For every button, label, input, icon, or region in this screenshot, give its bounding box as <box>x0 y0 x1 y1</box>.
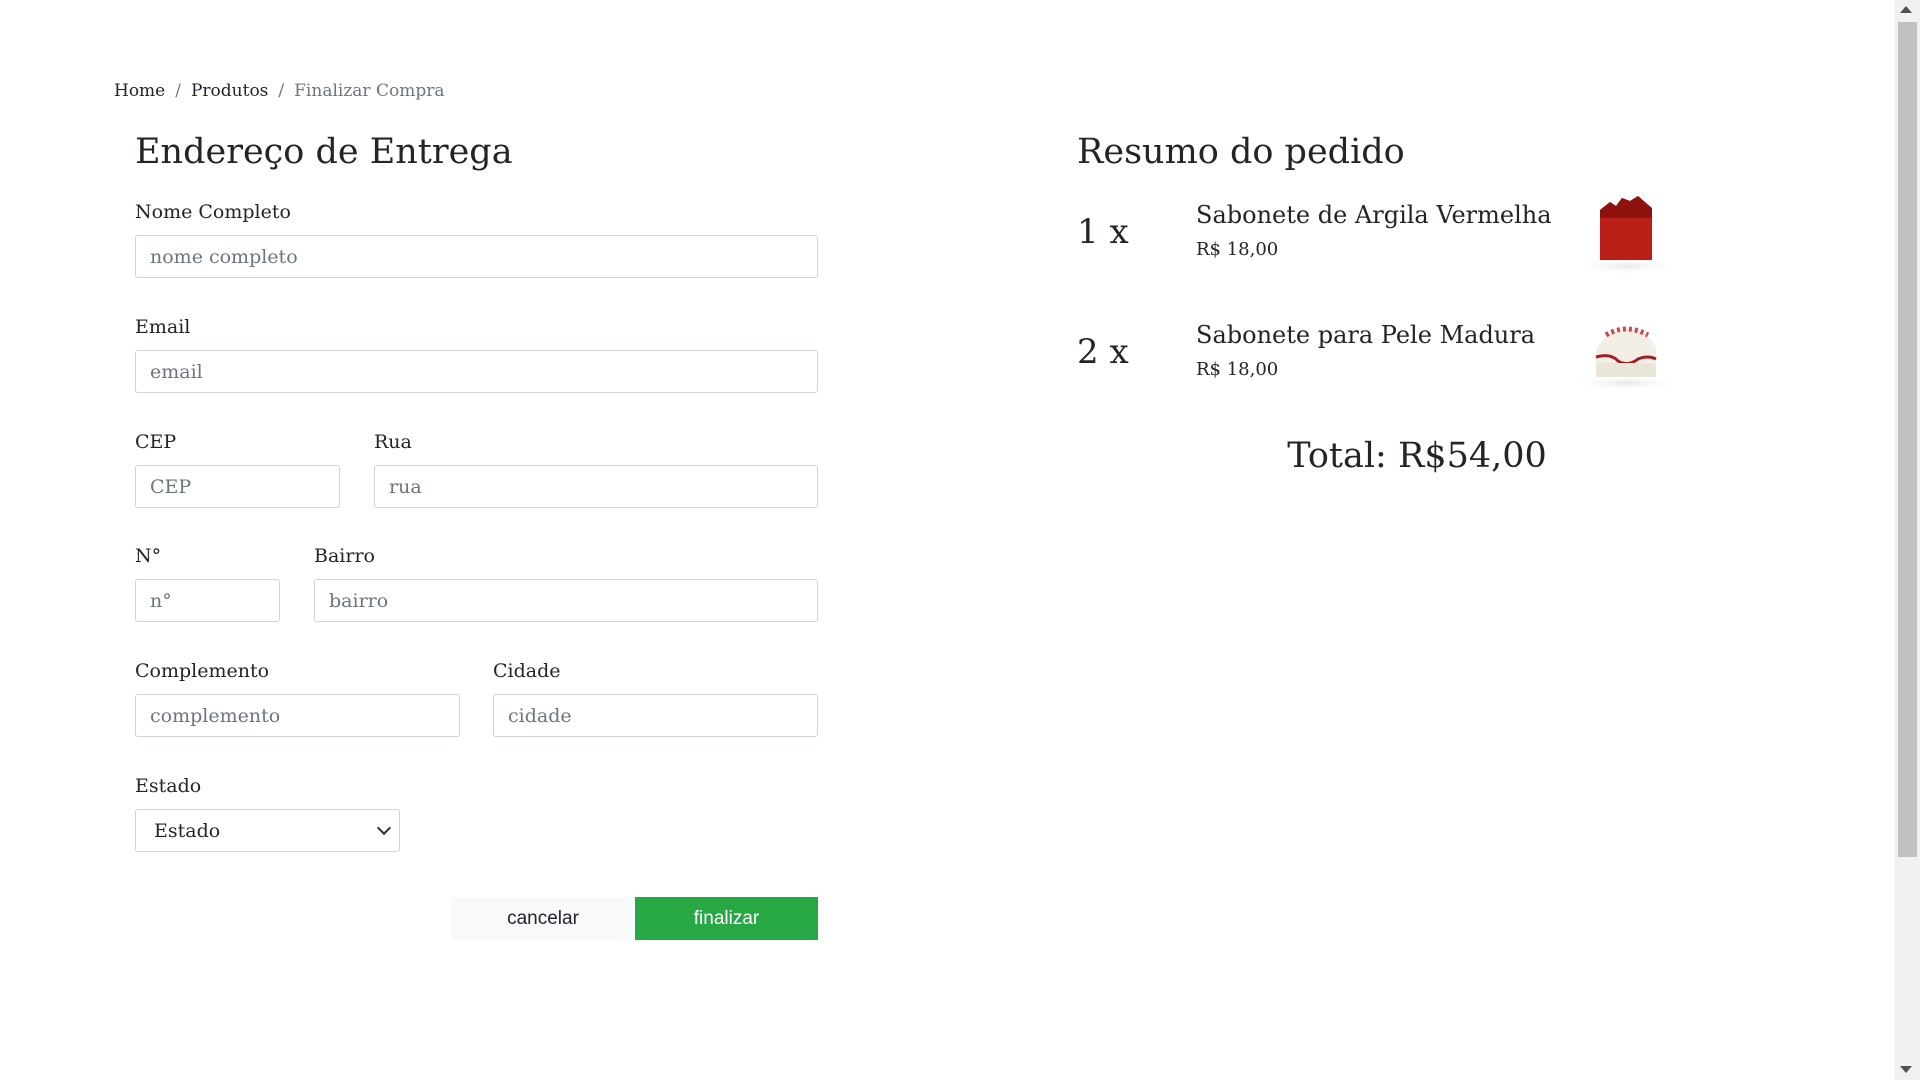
email-label: Email <box>135 316 191 338</box>
estado-label: Estado <box>135 775 202 797</box>
complemento-input[interactable] <box>135 694 460 737</box>
cidade-input[interactable] <box>493 694 818 737</box>
cep-input[interactable] <box>135 465 340 508</box>
scroll-up-arrow-icon[interactable] <box>1900 6 1912 13</box>
scrollbar-thumb[interactable] <box>1898 22 1917 857</box>
finish-button[interactable]: finalizar <box>635 897 818 940</box>
form-title: Endereço de Entrega <box>135 132 513 172</box>
bairro-input[interactable] <box>314 579 818 622</box>
red-clay-soap-image <box>1556 184 1696 284</box>
rua-label: Rua <box>374 431 412 453</box>
breadcrumb-home-link[interactable]: Home <box>114 81 165 101</box>
chevron-down-icon <box>376 820 392 836</box>
breadcrumb-separator: / <box>278 81 285 101</box>
white-soap-image <box>1556 305 1696 405</box>
breadcrumb-current: Finalizar Compra <box>294 81 445 101</box>
item-quantity: 2 x <box>1077 332 1129 372</box>
item-name: Sabonete para Pele Madura <box>1196 321 1536 349</box>
numero-input[interactable] <box>135 579 280 622</box>
breadcrumb-separator: / <box>175 81 181 101</box>
breadcrumb: Home / Produtos / Finalizar Compra <box>114 81 444 101</box>
estado-select-value: Estado <box>154 819 221 842</box>
item-price: R$ 18,00 <box>1196 359 1279 380</box>
complemento-label: Complemento <box>135 660 270 682</box>
item-name: Sabonete de Argila Vermelha <box>1196 201 1552 229</box>
rua-input[interactable] <box>374 465 818 508</box>
scroll-down-arrow-icon[interactable] <box>1900 1066 1912 1073</box>
summary-title: Resumo do pedido <box>1077 132 1405 172</box>
nome-label: Nome Completo <box>135 201 291 223</box>
numero-label: N° <box>135 545 162 567</box>
item-price: R$ 18,00 <box>1196 239 1279 260</box>
cidade-label: Cidade <box>493 660 561 682</box>
nome-completo-input[interactable] <box>135 235 818 278</box>
item-quantity: 1 x <box>1077 212 1129 252</box>
cancel-button[interactable]: cancelar <box>451 897 635 940</box>
breadcrumb-produtos-link[interactable]: Produtos <box>191 81 268 101</box>
cep-label: CEP <box>135 431 177 453</box>
order-total: Total: R$54,00 <box>1287 436 1547 476</box>
bairro-label: Bairro <box>314 545 375 567</box>
email-input[interactable] <box>135 350 818 393</box>
estado-select[interactable]: Estado <box>135 809 400 852</box>
